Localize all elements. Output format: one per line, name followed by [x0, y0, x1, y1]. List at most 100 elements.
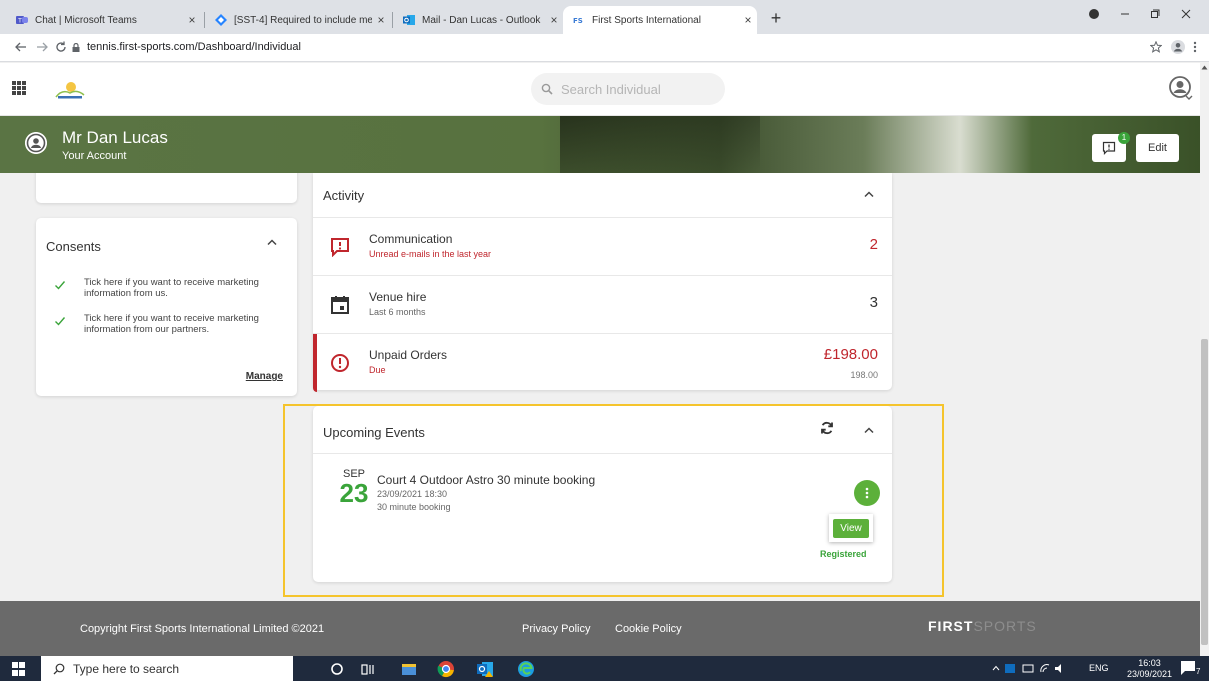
banner-background-image [560, 116, 760, 173]
activity-row-communication[interactable]: Communication Unread e-mails in the last… [313, 217, 892, 275]
browser-tab-bar: T Chat | Microsoft Teams × [SST-4] Requi… [0, 0, 1209, 34]
activity-card: Activity Communication Unread e-mails in… [313, 173, 892, 392]
profile-name: Mr Dan Lucas [62, 128, 168, 147]
url-field[interactable]: tennis.first-sports.com/Dashboard/Indivi… [87, 41, 301, 53]
activity-subtitle: Due [369, 365, 386, 375]
activity-row-unpaid-orders[interactable]: Unpaid Orders Due £198.00 198.00 [313, 333, 892, 392]
activity-subtitle: Last 6 months [369, 307, 426, 317]
tab-label: Mail - Dan Lucas - Outlook [422, 14, 541, 26]
events-header: Upcoming Events [313, 406, 892, 454]
consent-item[interactable]: Tick here if you want to receive marketi… [54, 277, 294, 299]
profile-icon[interactable] [1171, 39, 1185, 57]
outlook-icon [403, 15, 415, 25]
activity-row-venue-hire[interactable]: Venue hire Last 6 months 3 [313, 275, 892, 333]
chrome-icon[interactable] [437, 660, 455, 678]
consent-text: Tick here if you want to receive marketi… [84, 277, 259, 299]
file-explorer-icon[interactable] [400, 660, 418, 678]
browser-menu-icon[interactable] [1193, 39, 1197, 56]
reload-icon[interactable] [55, 39, 67, 56]
new-tab-button[interactable]: + [764, 8, 788, 29]
page-footer: Copyright First Sports International Lim… [0, 601, 1200, 656]
app-launcher-icon[interactable] [12, 81, 26, 95]
consent-text: Tick here if you want to receive marketi… [84, 313, 259, 335]
activity-value: 3 [869, 294, 878, 311]
lock-icon[interactable] [72, 43, 80, 52]
taskbar-search[interactable]: Type here to search [41, 656, 293, 681]
edge-icon[interactable] [517, 660, 535, 678]
notification-badge: 1 [1118, 132, 1130, 144]
edit-button[interactable]: Edit [1136, 134, 1179, 162]
tab-jira[interactable]: [SST-4] Required to include mem × [205, 6, 390, 34]
chevron-up-icon[interactable] [863, 190, 875, 198]
clock-date: 23/09/2021 [1127, 669, 1173, 679]
more-vertical-icon [865, 487, 869, 499]
event-actions-button[interactable] [854, 480, 880, 506]
clock-time: 16:03 [1138, 658, 1161, 668]
svg-text:T: T [17, 18, 22, 25]
tray-chevron-icon[interactable] [992, 663, 1000, 673]
event-description: 30 minute booking [377, 502, 451, 512]
task-view-icon[interactable] [359, 660, 377, 678]
footer-logo[interactable]: FIRSTSPORTS [928, 618, 1037, 634]
notification-center-icon[interactable] [1180, 660, 1196, 678]
refresh-icon[interactable] [820, 421, 834, 435]
view-menu: View [829, 514, 873, 542]
activity-subtitle: Unread e-mails in the last year [369, 249, 492, 259]
user-menu-icon[interactable] [1168, 75, 1194, 101]
restore-icon[interactable] [1140, 6, 1170, 22]
page-scrollbar[interactable] [1200, 63, 1209, 656]
tab-label: [SST-4] Required to include mem [234, 14, 372, 26]
search-input[interactable] [561, 81, 711, 97]
tab-close-icon[interactable]: × [739, 13, 757, 27]
manage-link[interactable]: Manage [246, 371, 283, 382]
tray-app-icons[interactable] [1005, 663, 1067, 676]
search-icon [541, 83, 553, 95]
language-indicator[interactable]: ENG [1089, 663, 1109, 673]
scrollbar-thumb[interactable] [1201, 339, 1208, 645]
first-sports-icon: FS [573, 17, 583, 25]
tab-close-icon[interactable]: × [183, 13, 201, 27]
event-day: 23 [339, 478, 369, 508]
consent-item[interactable]: Tick here if you want to receive marketi… [54, 313, 294, 335]
tab-outlook[interactable]: Mail - Dan Lucas - Outlook × [393, 6, 563, 34]
cookie-policy-link[interactable]: Cookie Policy [615, 623, 682, 635]
dashboard-content: Consents Tick here if you want to receiv… [0, 173, 1200, 601]
tab-first-sports[interactable]: FS First Sports International × [563, 6, 757, 34]
event-title[interactable]: Court 4 Outdoor Astro 30 minute booking [377, 473, 595, 487]
alert-circle-icon [331, 354, 349, 372]
bookmark-star-icon[interactable] [1149, 39, 1163, 56]
windows-start-icon[interactable] [12, 662, 26, 676]
calendar-icon [331, 296, 349, 314]
copyright-text: Copyright First Sports International Lim… [80, 623, 325, 635]
alert-indicator-bar [313, 334, 317, 392]
message-alert-icon [331, 238, 349, 257]
privacy-policy-link[interactable]: Privacy Policy [522, 623, 590, 635]
outlook-taskbar-icon[interactable] [476, 660, 494, 678]
teams-icon: T [16, 16, 28, 25]
back-icon[interactable] [15, 39, 27, 56]
avatar-icon [25, 132, 47, 154]
cortana-icon[interactable] [328, 660, 346, 678]
tab-close-icon[interactable]: × [545, 13, 563, 27]
event-datetime: 23/09/2021 18:30 [377, 489, 448, 499]
check-icon [55, 281, 66, 290]
check-icon [55, 317, 66, 326]
events-title: Upcoming Events [323, 425, 425, 440]
profile-dot-icon[interactable] [1079, 6, 1109, 22]
system-clock[interactable]: 16:03 23/09/2021 [1127, 658, 1172, 680]
tab-teams[interactable]: T Chat | Microsoft Teams × [6, 6, 201, 34]
chevron-up-icon[interactable] [266, 238, 278, 246]
site-logo[interactable] [50, 77, 90, 103]
footer-logo-light: SPORTS [973, 618, 1037, 634]
minimize-icon[interactable] [1110, 6, 1140, 22]
tab-close-icon[interactable]: × [372, 13, 390, 27]
close-window-icon[interactable] [1171, 6, 1201, 22]
forward-icon[interactable] [36, 39, 48, 56]
view-button[interactable]: View [833, 518, 869, 538]
search-bar[interactable] [531, 73, 725, 105]
scroll-up-icon[interactable] [1201, 65, 1208, 70]
chevron-up-icon[interactable] [863, 426, 875, 434]
taskbar-search-placeholder: Type here to search [73, 661, 180, 676]
activity-title-text: Unpaid Orders [369, 348, 448, 362]
activity-title-text: Venue hire [369, 290, 427, 304]
